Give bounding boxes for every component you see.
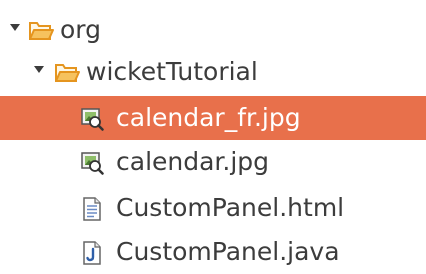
package-folder-icon (28, 19, 54, 43)
tree-item-custompanel-java[interactable]: CustomPanel.java (0, 230, 426, 274)
tree-item-label: wicketTutorial (86, 57, 258, 86)
tree-item-label: CustomPanel.java (116, 237, 340, 266)
image-file-icon (80, 107, 104, 131)
tree-item-org[interactable]: org (0, 8, 426, 52)
tree-item-label: calendar.jpg (116, 147, 270, 176)
tree-item-calendar-fr-jpg[interactable]: calendar_fr.jpg (0, 96, 426, 140)
project-explorer-tree: org wicketTutorial calendar_fr.jpg calen… (0, 0, 426, 270)
tree-item-calendar-jpg[interactable]: calendar.jpg (0, 140, 426, 184)
tree-item-label: calendar_fr.jpg (116, 103, 301, 132)
package-folder-icon (54, 61, 80, 85)
image-file-icon (80, 151, 104, 175)
tree-item-wicketTutorial[interactable]: wicketTutorial (0, 50, 426, 94)
tree-item-label: CustomPanel.html (116, 193, 345, 222)
tree-item-custompanel-html[interactable]: CustomPanel.html (0, 186, 426, 230)
expand-arrow-icon[interactable] (32, 62, 46, 78)
tree-item-label: org (60, 15, 102, 44)
java-file-icon (80, 241, 104, 265)
html-file-icon (80, 197, 104, 221)
expand-arrow-icon[interactable] (8, 20, 22, 36)
